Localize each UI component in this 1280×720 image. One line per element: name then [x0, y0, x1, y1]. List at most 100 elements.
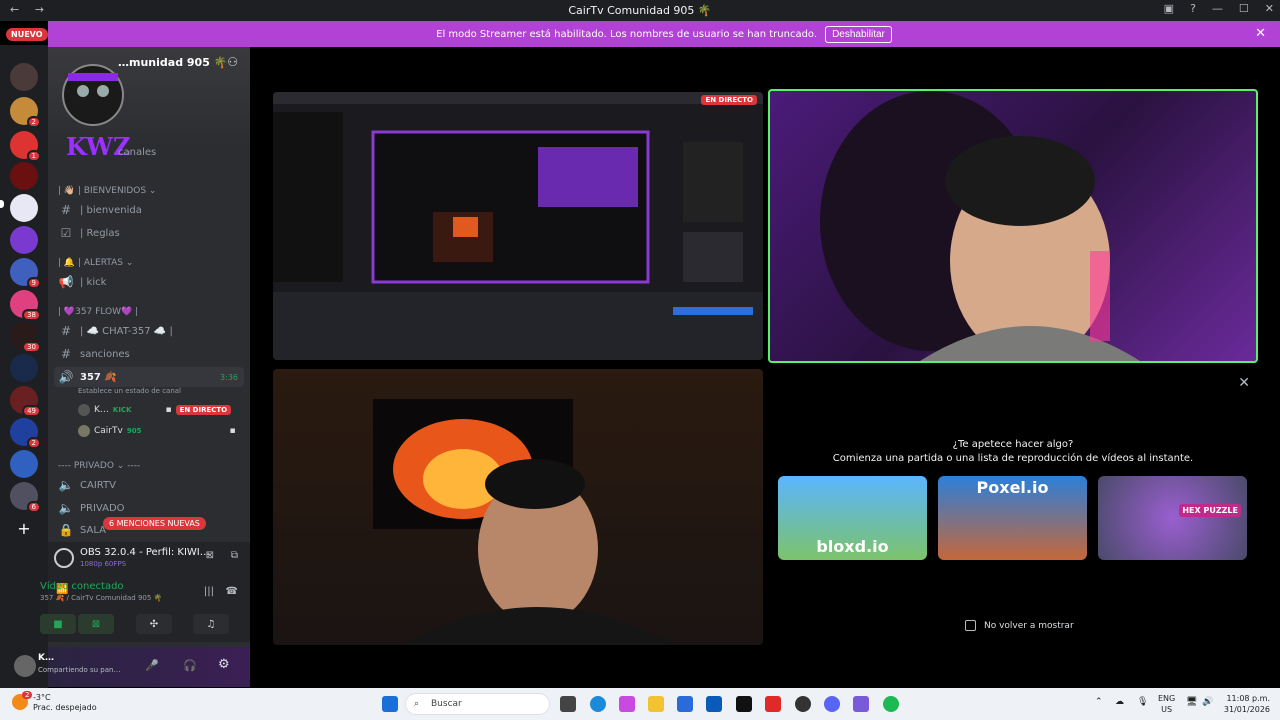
camera-button[interactable]: ■: [40, 614, 76, 634]
headphones-icon[interactable]: 🎧: [183, 659, 197, 672]
weather-widget[interactable]: -3°C Prac. despejado: [33, 693, 97, 713]
disconnect-icon[interactable]: ☎: [226, 586, 238, 597]
screen-share-tile[interactable]: EN DIRECTO: [273, 92, 763, 360]
network-icon[interactable]: 🖥: [1186, 697, 1197, 707]
channel-bienvenida[interactable]: # | bienvenida: [48, 200, 250, 220]
clock[interactable]: 11:08 p.m. 31/01/2026: [1224, 693, 1270, 715]
activities-button[interactable]: ✣: [136, 614, 172, 634]
discord-icon[interactable]: [824, 696, 840, 712]
disable-streamer-mode-button[interactable]: Deshabilitar: [825, 25, 892, 43]
voice-channel-357[interactable]: 🔊 357 🍂 3:36: [54, 367, 244, 387]
server-icon[interactable]: 6: [10, 482, 41, 513]
search-label: Buscar: [431, 699, 462, 709]
obs-taskbar-icon[interactable]: [795, 696, 811, 712]
server-icon[interactable]: [10, 226, 38, 254]
tray-chevron-icon[interactable]: ⌃: [1095, 697, 1103, 707]
server-icon[interactable]: 2: [10, 418, 41, 449]
server-icon[interactable]: [10, 63, 38, 91]
noise-suppression-icon[interactable]: |||: [204, 586, 214, 597]
channels-browse[interactable]: canales: [48, 142, 250, 162]
app-grid-icon[interactable]: [853, 696, 869, 712]
camera-icon: ■: [53, 618, 63, 630]
rules-icon: ☑: [60, 226, 72, 240]
game-card-bloxd[interactable]: bloxd.io: [778, 476, 927, 560]
microphone-icon[interactable]: 🎤: [145, 659, 159, 672]
title-bar: ← → CairTv Comunidad 905 🌴 ▣ ? — ☐ ✕: [0, 0, 1280, 21]
close-activities-icon[interactable]: ✕: [1238, 375, 1250, 391]
server-icon[interactable]: 30: [10, 322, 41, 353]
server-icon[interactable]: [10, 194, 38, 222]
checkbox[interactable]: [965, 620, 976, 631]
category-flow[interactable]: | 💜357 FLOW💜 |: [58, 307, 138, 317]
voice-user[interactable]: K… KICK ▪ EN DIRECTO: [78, 401, 232, 419]
language-indicator[interactable]: ENG US: [1158, 693, 1175, 715]
user-panel: K… Compartiendo su pan… 🎤 🎧 ⚙: [14, 647, 250, 687]
server-icon[interactable]: [10, 162, 38, 190]
edge-icon[interactable]: [590, 696, 606, 712]
close-window-button[interactable]: ✕: [1265, 2, 1274, 15]
file-explorer-icon[interactable]: [648, 696, 664, 712]
popout-icon[interactable]: ⧉: [231, 550, 238, 561]
channel-sanciones[interactable]: # sanciones: [48, 344, 250, 364]
server-name: …munidad 905 🌴: [118, 56, 228, 69]
close-banner-icon[interactable]: ✕: [1255, 26, 1266, 41]
server-icon[interactable]: 38: [10, 290, 41, 321]
weather-temp: -3°C: [33, 693, 51, 702]
server-icon[interactable]: 9: [10, 258, 41, 289]
maximize-button[interactable]: ☐: [1239, 2, 1249, 15]
task-view-icon[interactable]: [560, 696, 576, 712]
soundboard-button[interactable]: ♫: [193, 614, 229, 634]
channel-chat[interactable]: # | ☁️ CHAT-357 ☁️ |: [48, 321, 250, 341]
stop-stream-icon[interactable]: ⊠: [206, 550, 214, 561]
settings-gear-icon[interactable]: ⚙: [218, 657, 230, 672]
voice-channel-privado[interactable]: 🔈 PRIVADO: [48, 498, 250, 518]
help-icon[interactable]: ?: [1190, 2, 1196, 15]
server-icon[interactable]: 49: [10, 386, 41, 417]
onedrive-icon[interactable]: ☁: [1115, 697, 1124, 707]
category-bienvenidos[interactable]: | 👋🏼 | BIENVENIDOS ⌄: [58, 186, 156, 196]
obs-screen-preview: [273, 92, 763, 360]
add-server-icon[interactable]: +: [10, 515, 38, 543]
category-privado[interactable]: ---- PRIVADO ⌄ ----: [58, 461, 140, 471]
webcam-tile-speaking[interactable]: [768, 89, 1258, 363]
region-code: US: [1161, 705, 1173, 714]
inbox-icon[interactable]: ▣: [1164, 2, 1174, 15]
game-card-poxel[interactable]: Poxel.io: [938, 476, 1087, 560]
server-icon[interactable]: [10, 354, 38, 382]
store-icon[interactable]: [677, 696, 693, 712]
soundboard-icon: ♫: [206, 618, 216, 630]
channel-reglas[interactable]: ☑ | Reglas: [48, 223, 250, 243]
server-icon[interactable]: [10, 450, 38, 478]
clock-time: 11:08 p.m.: [1226, 694, 1270, 703]
app-icon[interactable]: [765, 696, 781, 712]
volume-icon[interactable]: 🔊: [1202, 697, 1213, 707]
copilot-icon[interactable]: [619, 696, 635, 712]
voice-location[interactable]: 357 🍂 / CairTv Comunidad 905 🌴: [40, 594, 162, 602]
minimize-button[interactable]: —: [1212, 2, 1223, 15]
screen-share-button[interactable]: ⊠: [78, 614, 114, 634]
stream-panel: OBS 32.0.4 - Perfil: KIWI KICK ... 1080p…: [40, 542, 250, 642]
server-icon[interactable]: 2: [10, 97, 41, 128]
channel-kick[interactable]: 📢 | kick: [48, 272, 250, 292]
invite-icon[interactable]: ⚇: [227, 55, 238, 69]
server-icon[interactable]: 1: [10, 131, 41, 162]
outlook-icon[interactable]: [706, 696, 722, 712]
mic-tray-icon[interactable]: 🎙: [1137, 697, 1148, 707]
dont-show-again[interactable]: No volver a mostrar: [965, 620, 1074, 631]
server-header[interactable]: KWZ …munidad 905 🌴 ⚇: [48, 47, 250, 161]
avatar[interactable]: [14, 655, 36, 677]
voice-channel-cairtv[interactable]: 🔈 CAIRTV: [48, 475, 250, 495]
game-card-hex-puzzle[interactable]: HEX PUZZLE: [1098, 476, 1247, 560]
category-alertas[interactable]: | 🔔 | ALERTAS ⌄: [58, 258, 133, 268]
voice-user[interactable]: CairTv 905 ▪: [78, 422, 236, 440]
channel-label: 357 🍂: [80, 371, 117, 383]
spotify-icon[interactable]: [883, 696, 899, 712]
taskbar-search[interactable]: ⌕ Buscar: [405, 693, 550, 715]
webcam-tile[interactable]: [273, 369, 763, 645]
new-badge: NUEVO: [6, 28, 48, 41]
windows-start-icon[interactable]: [382, 696, 398, 712]
tiktok-icon[interactable]: [736, 696, 752, 712]
channel-label: | ☁️ CHAT-357 ☁️ |: [80, 325, 173, 337]
channel-status-hint[interactable]: Establece un estado de canal: [78, 387, 181, 395]
new-mentions-badge[interactable]: 6 MENCIONES NUEVAS: [103, 517, 206, 530]
